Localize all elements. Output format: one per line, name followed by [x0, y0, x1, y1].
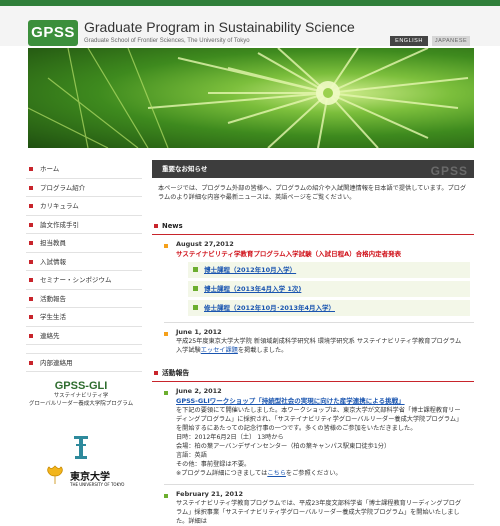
activity-entry: February 21, 2012 サステイナビリティ学教育プログラムでは、平成…	[152, 485, 474, 526]
nav-item-curriculum[interactable]: カリキュラム	[26, 197, 142, 216]
utokyo-logo[interactable]: 東京大学 THE UNIVERSITY OF TOKYO	[26, 430, 136, 487]
nav-item-internal[interactable]: 内部連絡用	[26, 353, 142, 372]
result-link-phd-oct[interactable]: 博士課程（2012年10月入学）	[188, 262, 470, 278]
utokyo-emblem-icon	[74, 436, 88, 459]
entry-date: June 2, 2012	[176, 387, 222, 395]
entry-body: 平成25年度東京大学大学院 新領域創成科学研究科 環境学研究系 サステイナビリテ…	[176, 338, 462, 354]
entry-bullet	[164, 244, 168, 248]
hero-image	[28, 48, 474, 148]
nav-item-activities[interactable]: 活動報告	[26, 290, 142, 308]
entry-bullet	[164, 391, 168, 395]
nav-item-student-life[interactable]: 学生生活	[26, 308, 142, 327]
news-heading: News	[152, 218, 474, 235]
entry-title: サステイナビリティ学教育プログラム入学試験（入試日程A）合格内定者発表	[176, 250, 402, 258]
nav-bullet	[29, 278, 33, 282]
gpss-watermark: GPSS	[430, 164, 468, 178]
result-link-masters[interactable]: 修士課程（2012年10月･2013年4月入学）	[188, 300, 470, 316]
entry-date: February 21, 2012	[176, 490, 244, 498]
nav-bullet	[29, 185, 33, 190]
entry-bullet	[164, 332, 168, 336]
notice-header: 重要なお知らせ GPSS	[152, 160, 474, 178]
site-subtitle: Graduate School of Frontier Sciences, Th…	[84, 38, 250, 44]
nav-item-thesis-guide[interactable]: 論文作成手引	[26, 216, 142, 234]
entry-body: サステイナビリティ学教育プログラムでは、平成23年度文部科学省「博士課程教育リー…	[176, 500, 462, 525]
entry-body: を下記の要領にて開催いたしました。本ワークショップは、東京大学が文部科学省「博士…	[176, 407, 463, 432]
site-header: GPSS Graduate Program in Sustainability …	[0, 6, 500, 46]
english-button[interactable]: ENGLISH	[390, 36, 428, 46]
detail-line: 言語：英語	[176, 452, 207, 459]
detail-line: 日時：2012年6月2日（土） 13時から	[176, 434, 284, 441]
essay-link[interactable]: エッセイ課題	[201, 347, 238, 354]
gpss-logo[interactable]: GPSS	[28, 20, 78, 46]
nav-bullet	[29, 333, 33, 338]
link-bullet	[193, 305, 198, 310]
nav-item-home[interactable]: ホーム	[26, 160, 142, 179]
notice-text: 本ページでは、プログラム外部の皆様へ、プログラムの紹介や入試関連情報を日本語で提…	[158, 185, 467, 201]
nav-item-program[interactable]: プログラム紹介	[26, 179, 142, 197]
nav-bullet	[29, 361, 33, 365]
nav-bullet	[29, 296, 33, 301]
nav-item-contact[interactable]: 連絡先	[26, 327, 142, 345]
ginkgo-leaf-icon	[47, 465, 63, 484]
link-bullet	[193, 267, 198, 272]
main-content: 重要なお知らせ GPSS 本ページでは、プログラム外部の皆様へ、プログラムの紹介…	[152, 160, 474, 526]
detail-line: その他：事前登録は不要。	[176, 461, 251, 468]
activity-entry: June 2, 2012 GPSS-GLIワークショップ「持続型社会の実現に向け…	[152, 382, 474, 478]
entry-date: August 27,2012	[176, 240, 234, 248]
entry-date: June 1, 2012	[176, 328, 222, 336]
nav-item-admissions[interactable]: 入試情報	[26, 253, 142, 271]
nav-bullet	[29, 204, 33, 208]
workshop-link[interactable]: GPSS-GLIワークショップ「持続型社会の実現に向けた産学連携による挑戦」	[176, 396, 474, 406]
gli-logo[interactable]: GPSS-GLI サステイナビリティ学 グローバルリーダー養成大学院プログラム	[26, 380, 136, 425]
news-entry: June 1, 2012 平成25年度東京大学大学院 新領域創成科学研究科 環境…	[152, 323, 474, 355]
activity-heading: 活動報告	[152, 365, 474, 382]
link-bullet	[193, 286, 198, 291]
plant-leaves-image	[28, 48, 469, 148]
program-details-link[interactable]: こちら	[267, 470, 286, 477]
news-entry: August 27,2012 サステイナビリティ学教育プログラム入学試験（入試日…	[152, 235, 474, 259]
entry-bullet	[164, 494, 168, 498]
entry-note: ※プログラム詳細につきましてはこちらをご参照ください。	[176, 470, 342, 477]
detail-line: 会場：柏の葉アーバンデザインセンター（柏の葉キャンパス駅東口徒歩1分）	[176, 443, 391, 450]
nav-bullet	[29, 241, 33, 245]
nav-bullet	[29, 167, 33, 171]
section-marker	[154, 224, 158, 228]
nav-bullet	[29, 222, 33, 227]
nav-bullet	[29, 315, 33, 319]
nav-item-seminars[interactable]: セミナー・シンポジウム	[26, 271, 142, 290]
nav-bullet	[29, 259, 33, 264]
section-marker	[154, 371, 158, 375]
result-link-phd-apr[interactable]: 博士課程（2013年4月入学 1次)	[188, 281, 470, 297]
site-title: Graduate Program in Sustainability Scien…	[84, 19, 355, 35]
nav-item-faculty[interactable]: 担当教員	[26, 234, 142, 253]
sidebar-nav: ホーム プログラム紹介 カリキュラム 論文作成手引 担当教員 入試情報 セミナー…	[26, 160, 142, 372]
japanese-button[interactable]: JAPANESE	[432, 36, 470, 46]
